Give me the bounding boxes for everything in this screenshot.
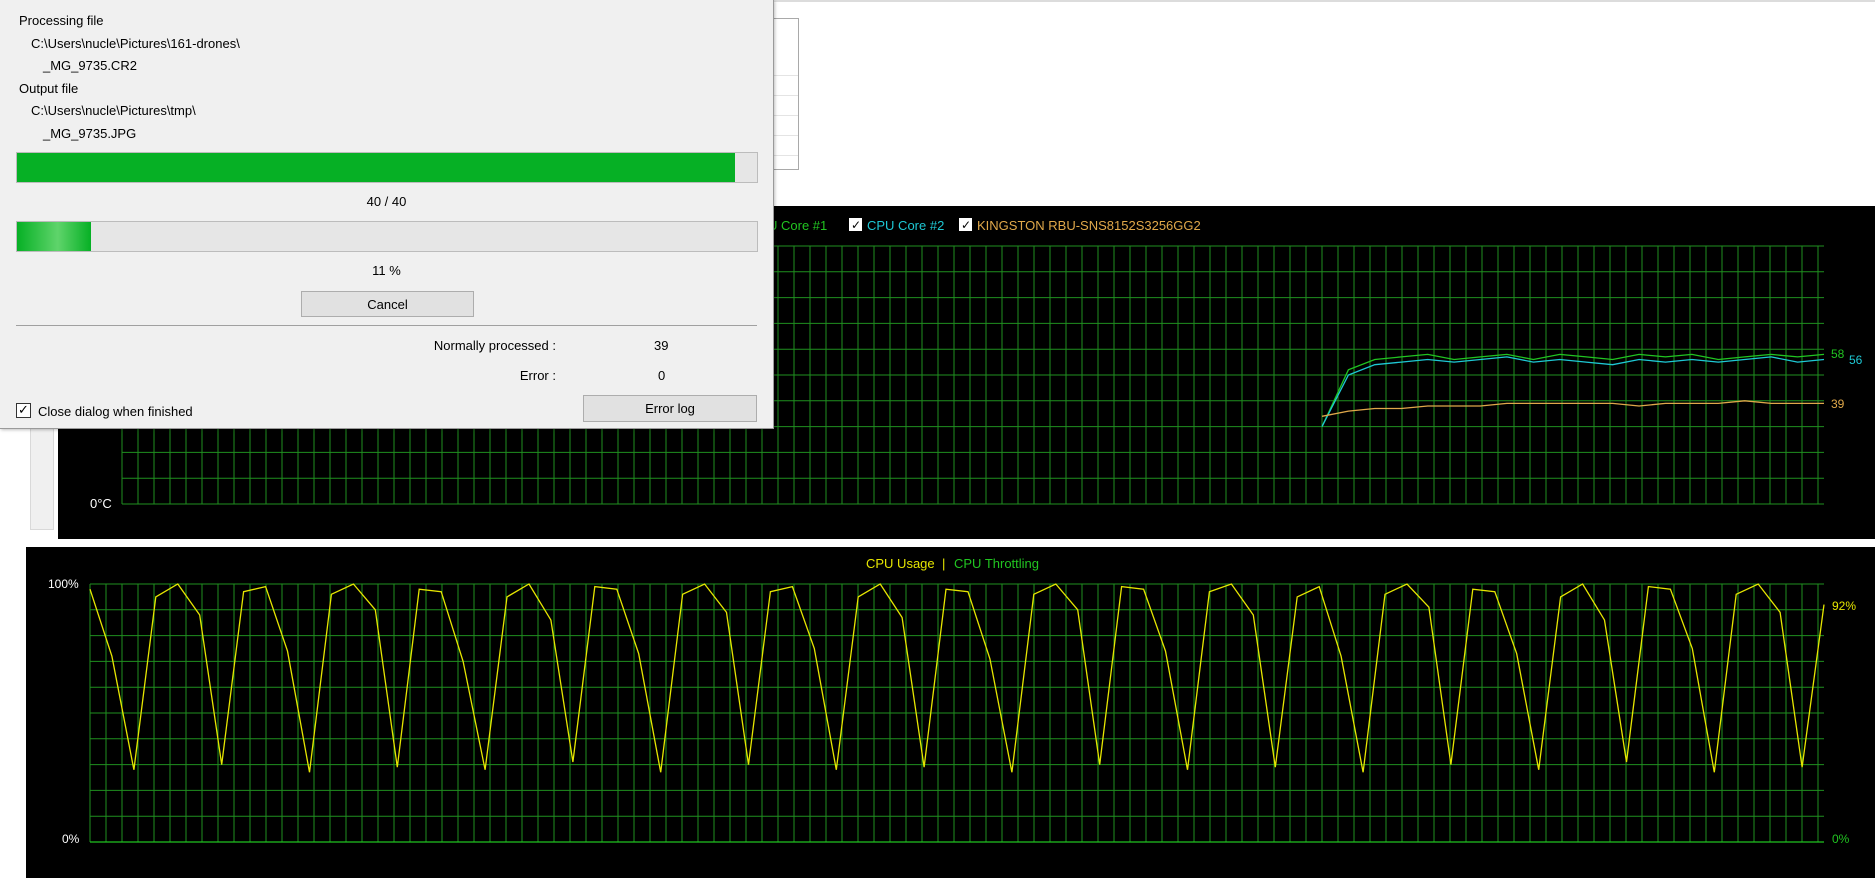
processing-file-dir: C:\Users\nucle\Pictures\161-drones\ (31, 36, 240, 51)
temperature-legend: U Core #1 ✓ CPU Core #2 ✓ KINGSTON RBU-S… (768, 218, 1201, 233)
processing-file-name: _MG_9735.CR2 (43, 58, 137, 73)
file-progress-fill (17, 222, 91, 251)
processing-file-label: Processing file (19, 13, 104, 28)
temperature-series-2 (1321, 400, 1824, 417)
end-label-kingston: 39 (1831, 397, 1845, 411)
overall-progress-fill (17, 153, 735, 182)
usage-series-0 (89, 583, 1825, 773)
output-file-name: _MG_9735.JPG (43, 126, 137, 141)
close-when-finished-checkbox[interactable]: ✓ (16, 402, 31, 418)
normally-processed-value: 39 (654, 338, 669, 353)
error-count-value: 0 (658, 368, 666, 383)
check-icon: ✓ (18, 402, 29, 417)
usage-grid (89, 583, 1824, 843)
cpu-usage-chart: CPU Usage | CPU Throttling 100% 0% 92% 0… (26, 547, 1875, 878)
normally-processed-label: Normally processed : (433, 338, 556, 353)
legend-separator: | (942, 556, 945, 571)
cancel-button[interactable]: Cancel (301, 291, 474, 317)
error-log-button[interactable]: Error log (583, 395, 757, 422)
close-when-finished-label[interactable]: Close dialog when finished (38, 404, 193, 420)
legend-cpu-core-2[interactable]: CPU Core #2 (867, 218, 944, 233)
output-file-dir: C:\Users\nucle\Pictures\tmp\ (31, 103, 196, 118)
window-top-border (770, 0, 1875, 2)
usage-y-max-label: 100% (48, 577, 79, 591)
overall-progress-bar (16, 152, 758, 183)
legend-cpu-core-1[interactable]: U Core #1 (768, 218, 827, 233)
usage-y-min-label: 0% (62, 832, 80, 846)
legend-cpu-usage[interactable]: CPU Usage (866, 556, 935, 571)
temperature-series-0 (1321, 353, 1825, 427)
cpu-usage-chart-svg: CPU Usage | CPU Throttling 100% 0% 92% 0… (48, 556, 1856, 846)
end-label-core-1: 58 (1831, 347, 1845, 361)
legend-cpu-throttling[interactable]: CPU Throttling (954, 556, 1039, 571)
output-file-label: Output file (19, 81, 79, 96)
temperature-series (1321, 353, 1825, 427)
left-scroll-strip[interactable] (30, 420, 54, 530)
overall-counter: 40 / 40 (366, 194, 407, 209)
dialog-separator (16, 325, 757, 326)
check-icon: ✓ (961, 218, 971, 232)
error-count-label: Error : (519, 368, 556, 383)
file-progress-percent: 11 % (372, 263, 401, 278)
temperature-series-1 (1321, 356, 1825, 427)
batch-process-dialog: Processing file C:\Users\nucle\Pictures\… (0, 0, 774, 429)
file-progress-bar (16, 221, 758, 252)
end-label-throttling: 0% (1832, 832, 1850, 846)
end-label-usage: 92% (1832, 599, 1856, 613)
end-label-core-2: 56 (1849, 353, 1863, 367)
legend-kingston[interactable]: KINGSTON RBU-SNS8152S3256GG2 (977, 218, 1201, 233)
temperature-y-min-label: 0°C (90, 496, 112, 511)
check-icon: ✓ (851, 218, 861, 232)
